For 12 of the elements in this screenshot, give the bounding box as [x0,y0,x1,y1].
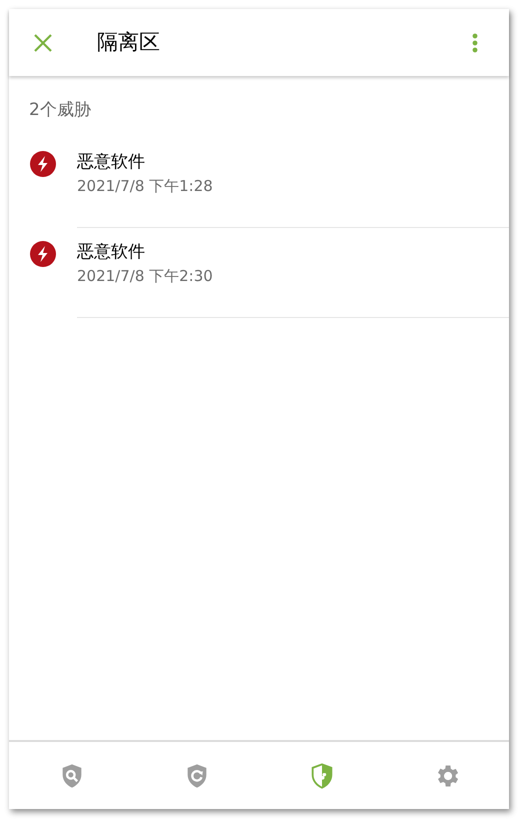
lightning-icon [30,150,56,176]
threat-item[interactable]: 恶意软件 2021/7/8 下午2:30 [9,228,509,318]
threat-time: 2021/7/8 下午1:28 [77,176,214,196]
threat-item[interactable]: 恶意软件 2021/7/8 下午1:28 [9,138,509,228]
threat-name: 恶意软件 [77,240,146,262]
threat-name: 恶意软件 [77,150,146,172]
close-icon [34,34,52,52]
threat-count: 2个威胁 [29,100,91,120]
threat-time: 2021/7/8 下午2:30 [77,266,214,286]
lightning-icon [30,240,56,266]
more-icon [472,32,478,52]
screen-title: 隔离区 [97,28,160,56]
